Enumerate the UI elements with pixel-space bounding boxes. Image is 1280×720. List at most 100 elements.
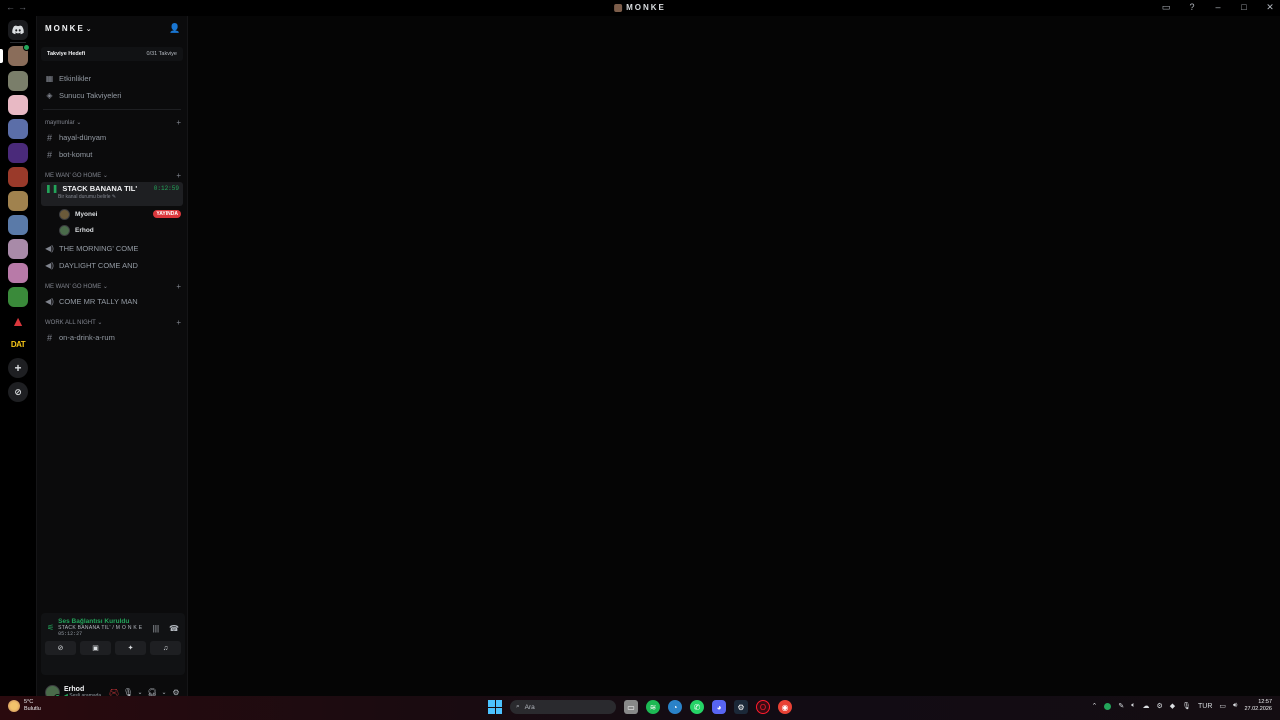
language-indicator[interactable]: TUR: [1198, 703, 1212, 710]
taskbar-apps: ⌕ Ara ▭ ≋ ◔ ✆ ◕ ⚙ O ◉: [488, 700, 792, 714]
nav-events-label: Etkinlikler: [59, 74, 92, 83]
clock-date: 27.02.2026: [1244, 706, 1272, 712]
server-dat[interactable]: DAT: [8, 334, 28, 354]
speaker-icon: ◀): [45, 261, 54, 270]
voice-user-erhod[interactable]: Erhod: [37, 222, 187, 238]
noise-suppression-icon[interactable]: |||: [153, 624, 159, 633]
server-item[interactable]: [8, 71, 28, 91]
category-label: maymunlar: [45, 119, 75, 126]
window-title: MONKE: [614, 3, 666, 12]
add-channel-icon[interactable]: +: [176, 118, 181, 127]
weather-icon: [8, 700, 20, 712]
steam-icon[interactable]: ⚙: [734, 700, 748, 714]
explore-servers-icon[interactable]: ⊘: [8, 382, 28, 402]
voice-channel-daylight[interactable]: ◀) DAYLIGHT COME AND: [37, 257, 187, 274]
add-channel-icon[interactable]: +: [176, 282, 181, 291]
help-icon[interactable]: ?: [1186, 2, 1198, 13]
server-item[interactable]: [8, 95, 28, 115]
voice-user-myonei[interactable]: Myonei YAYINDA: [37, 206, 187, 222]
edge-icon[interactable]: ◔: [668, 700, 682, 714]
monitor-icon[interactable]: ▭: [1219, 702, 1226, 710]
back-forward-nav[interactable]: ←→: [6, 2, 30, 12]
maximize-button[interactable]: □: [1238, 2, 1250, 13]
server-name[interactable]: MONKE⌄: [45, 24, 92, 33]
camera-button[interactable]: ⊘: [45, 641, 76, 655]
server-item[interactable]: [8, 167, 28, 187]
start-button[interactable]: [488, 700, 502, 714]
main-stream-view[interactable]: [188, 16, 1280, 696]
chevron-up-icon[interactable]: ⌃: [1092, 702, 1098, 710]
volume-icon[interactable]: 🔊︎: [1233, 702, 1237, 710]
server-item[interactable]: [8, 191, 28, 211]
invite-people-icon[interactable]: 👤: [169, 23, 180, 33]
chevron-down-icon[interactable]: ⌄: [161, 689, 167, 696]
category-me-wan-go-home-2[interactable]: ME WAN' GO HOME ⌄ +: [37, 279, 187, 293]
category-me-wan-go-home[interactable]: ME WAN' GO HOME ⌄ +: [37, 168, 187, 182]
channel-status[interactable]: Bir kanal durumu belirle ✎: [58, 194, 179, 200]
steam-tray-icon[interactable]: ◆: [1170, 702, 1175, 710]
category-work-all-night[interactable]: WORK ALL NIGHT ⌄ +: [37, 315, 187, 329]
task-view-icon[interactable]: ▭: [624, 700, 638, 714]
voice-channel-tally-man[interactable]: ◀) COME MR TALLY MAN: [37, 293, 187, 310]
speaker-tray-icon[interactable]: 🔈︎: [1131, 702, 1135, 710]
voice-connected-title[interactable]: Ses Bağlantısı Kuruldu: [58, 618, 143, 625]
voice-elapsed-time: 05:12:27: [58, 631, 83, 637]
pen-icon[interactable]: ✎: [1118, 702, 1124, 710]
nav-server-boosts[interactable]: ◈ Sunucu Takviyeleri: [37, 87, 187, 104]
taskbar-clock[interactable]: 12:57 27.02.2026: [1244, 699, 1272, 713]
server-item[interactable]: [8, 143, 28, 163]
soundboard-icon: ♫: [162, 644, 169, 652]
gear-tray-icon[interactable]: ⚙: [1156, 702, 1162, 710]
voice-channel-stack-banana[interactable]: ❚❚ STACK BANANA TIL' 0:12:59 Bir kanal d…: [41, 182, 183, 206]
discord-taskbar-icon[interactable]: ◕: [712, 700, 726, 714]
weather-widget[interactable]: 5°C Bulutlu: [8, 699, 41, 713]
activities-icon: ✦: [127, 645, 134, 652]
activities-button[interactable]: ✦: [115, 641, 146, 655]
speaker-icon: ◀): [45, 297, 54, 306]
window-title-text: MONKE: [626, 3, 666, 12]
close-button[interactable]: ✕: [1264, 2, 1276, 13]
disconnect-icon[interactable]: ☎: [169, 624, 179, 633]
channel-bot-komut[interactable]: # bot-komut: [37, 146, 187, 163]
channel-label: STACK BANANA TIL': [62, 184, 138, 193]
screen-share-button[interactable]: ▣: [80, 641, 111, 655]
selected-server-pill: [0, 49, 3, 63]
chrome-icon[interactable]: ◉: [778, 700, 792, 714]
server-item[interactable]: [8, 215, 28, 235]
cloud-icon[interactable]: ☁: [1142, 702, 1149, 710]
boost-goal-count: 0/31 Takviye: [146, 51, 177, 57]
add-server-button[interactable]: +: [8, 358, 28, 378]
server-item[interactable]: [8, 287, 28, 307]
channel-label: COME MR TALLY MAN: [59, 297, 138, 306]
channel-hayal-dunyam[interactable]: # hayal-dünyam: [37, 129, 187, 146]
server-monke[interactable]: [8, 44, 30, 66]
add-channel-icon[interactable]: +: [176, 318, 181, 327]
channel-on-a-drink-a-rum[interactable]: # on-a-drink-a-rum: [37, 329, 187, 346]
server-item[interactable]: [8, 263, 28, 283]
server-item[interactable]: ▲: [8, 311, 28, 331]
boost-goal-bar[interactable]: Takviye Hedefi 0/31 Takviye: [41, 47, 183, 61]
voice-connection-panel: ⚟ Ses Bağlantısı Kuruldu STACK BANANA TI…: [41, 613, 185, 675]
category-label: ME WAN' GO HOME: [45, 283, 102, 290]
voice-channel-morning[interactable]: ◀) THE MORNING' COME: [37, 240, 187, 257]
server-item[interactable]: [8, 239, 28, 259]
signal-icon[interactable]: ⚟: [47, 623, 54, 632]
server-rail: ▲ DAT + ⊘: [0, 16, 36, 696]
inbox-icon[interactable]: ▭: [1160, 2, 1172, 13]
server-header[interactable]: MONKE⌄ 👤: [37, 16, 187, 40]
category-maymunlar[interactable]: maymunlar ⌄ +: [37, 115, 187, 129]
discord-home-button[interactable]: [8, 20, 28, 40]
hash-icon: #: [46, 132, 52, 143]
mic-tray-icon[interactable]: 🎙︎: [1182, 702, 1191, 710]
opera-gx-icon[interactable]: O: [756, 700, 770, 714]
status-dot-icon[interactable]: [1104, 702, 1112, 710]
taskbar-search[interactable]: ⌕ Ara: [510, 700, 616, 714]
nav-events[interactable]: ▦ Etkinlikler: [37, 70, 187, 87]
add-channel-icon[interactable]: +: [176, 171, 181, 180]
chevron-down-icon[interactable]: ⌄: [137, 689, 143, 696]
soundboard-button[interactable]: ♫: [150, 641, 181, 655]
whatsapp-icon[interactable]: ✆: [690, 700, 704, 714]
minimize-button[interactable]: –: [1212, 2, 1224, 13]
spotify-icon[interactable]: ≋: [646, 700, 660, 714]
server-item[interactable]: [8, 119, 28, 139]
